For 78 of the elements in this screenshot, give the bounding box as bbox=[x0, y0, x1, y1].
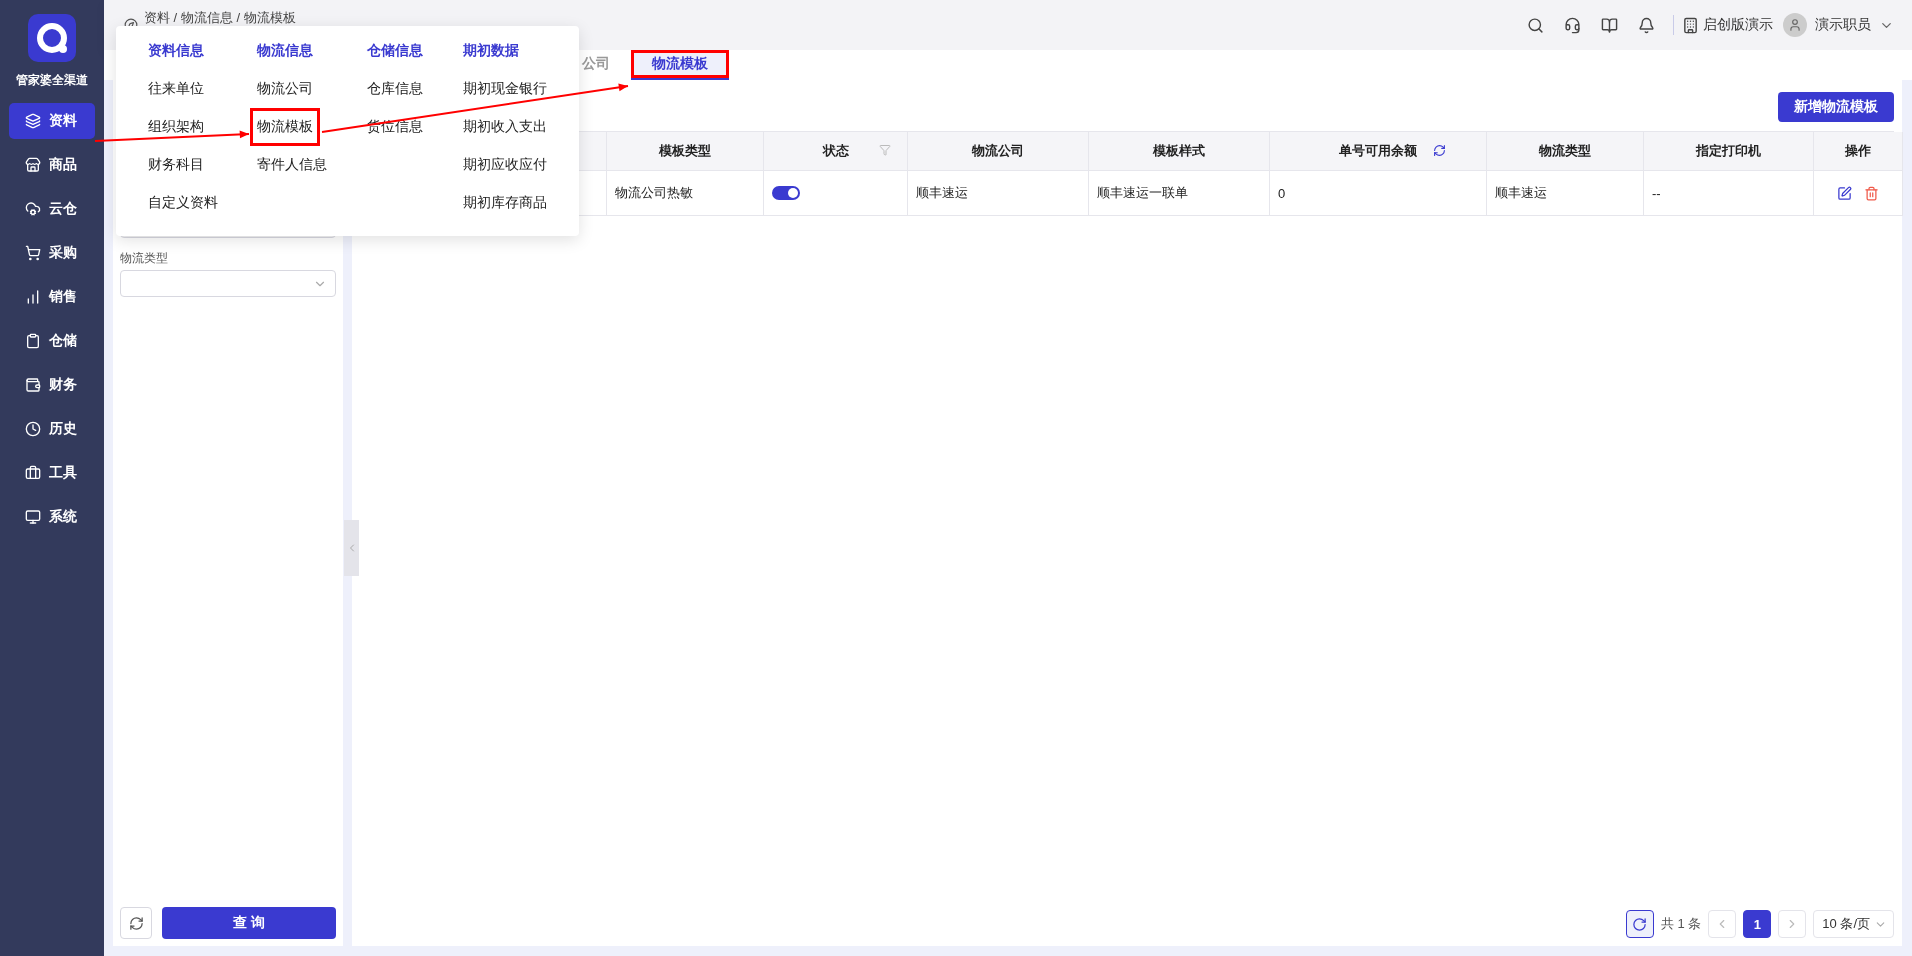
book-icon[interactable] bbox=[1601, 16, 1618, 34]
query-button[interactable]: 查 询 bbox=[162, 907, 336, 939]
table-cell: 顺丰速运 bbox=[916, 184, 968, 202]
company-name: 启创版演示 bbox=[1703, 16, 1773, 34]
chart-icon bbox=[25, 289, 41, 305]
menu-item[interactable]: 物流公司 bbox=[250, 70, 320, 108]
briefcase-icon bbox=[25, 465, 41, 481]
menu-item[interactable]: 组织架构 bbox=[141, 108, 211, 146]
menu-heading: 资料信息 bbox=[148, 41, 205, 60]
refresh-button[interactable] bbox=[1625, 910, 1654, 938]
column-header: 模板样式 bbox=[1153, 142, 1205, 160]
user-name[interactable]: 演示职员 bbox=[1815, 16, 1871, 34]
nav-item[interactable]: 系统 bbox=[9, 499, 95, 535]
nav-item[interactable]: 销售 bbox=[9, 279, 95, 315]
menu-item[interactable]: 期初现金银行 bbox=[456, 70, 554, 108]
add-template-button[interactable]: 新增物流模板 bbox=[1778, 92, 1894, 122]
menu-heading: 物流信息 bbox=[257, 41, 314, 60]
page-size-select[interactable]: 10 条/页 bbox=[1813, 910, 1894, 938]
edit-icon[interactable] bbox=[1837, 185, 1852, 201]
clock-icon bbox=[25, 421, 41, 437]
column-header: 指定打印机 bbox=[1696, 142, 1761, 160]
nav-item[interactable]: 历史 bbox=[9, 411, 95, 447]
headset-icon[interactable] bbox=[1564, 16, 1581, 34]
refresh-icon bbox=[1632, 916, 1648, 932]
brand-name: 管家婆全渠道 bbox=[16, 72, 88, 89]
menu-item[interactable]: 往来单位 bbox=[141, 70, 211, 108]
page-button[interactable]: 1 bbox=[1743, 910, 1772, 938]
nav-item[interactable]: 财务 bbox=[9, 367, 95, 403]
logo-icon bbox=[28, 14, 76, 62]
avatar-icon[interactable] bbox=[1783, 13, 1807, 37]
column-header: 物流类型 bbox=[1539, 142, 1591, 160]
building-icon bbox=[1682, 16, 1699, 34]
refresh-icon[interactable] bbox=[1433, 144, 1446, 157]
menu-heading: 仓储信息 bbox=[367, 41, 424, 60]
table-cell: 物流公司热敏 bbox=[615, 184, 693, 202]
store-icon bbox=[25, 157, 41, 173]
menu-item[interactable]: 仓库信息 bbox=[360, 70, 430, 108]
table-cell: -- bbox=[1652, 185, 1661, 201]
column-header: 模板类型 bbox=[659, 142, 711, 160]
clipboard-icon bbox=[25, 333, 41, 349]
nav-item[interactable]: 资料 bbox=[9, 103, 95, 139]
column-header: 单号可用余额 bbox=[1339, 142, 1417, 160]
column-header: 操作 bbox=[1845, 142, 1871, 160]
monitor-icon bbox=[25, 509, 41, 525]
menu-item[interactable]: 物流模板 bbox=[250, 108, 320, 146]
bell-icon[interactable] bbox=[1638, 16, 1655, 34]
search-icon[interactable] bbox=[1527, 16, 1544, 34]
table-cell: 顺丰速运一联单 bbox=[1097, 184, 1188, 202]
tab[interactable]: 物流模板 bbox=[631, 50, 729, 80]
delete-icon[interactable] bbox=[1864, 185, 1879, 201]
table-cell: 顺丰速运 bbox=[1495, 184, 1547, 202]
refresh-icon bbox=[128, 915, 144, 931]
layers-icon bbox=[25, 113, 41, 129]
menu-item[interactable]: 期初收入支出 bbox=[456, 108, 554, 146]
nav-item[interactable]: 采购 bbox=[9, 235, 95, 271]
menu-item[interactable]: 期初库存商品 bbox=[456, 184, 554, 222]
menu-item[interactable]: 寄件人信息 bbox=[250, 146, 334, 184]
select-field[interactable] bbox=[120, 270, 336, 297]
cart-icon bbox=[25, 245, 41, 261]
reset-button[interactable] bbox=[120, 907, 152, 939]
status-toggle[interactable] bbox=[772, 186, 800, 200]
breadcrumb: 资料 / 物流信息 / 物流模板 bbox=[144, 9, 296, 27]
cloud-icon bbox=[25, 201, 41, 217]
menu-heading: 期初数据 bbox=[463, 41, 520, 60]
nav-item[interactable]: 工具 bbox=[9, 455, 95, 491]
menu-item[interactable]: 自定义资料 bbox=[141, 184, 225, 222]
nav-item[interactable]: 云仓 bbox=[9, 191, 95, 227]
nav-item[interactable]: 仓储 bbox=[9, 323, 95, 359]
menu-item[interactable]: 财务科目 bbox=[141, 146, 211, 184]
wallet-icon bbox=[25, 377, 41, 393]
nav-item[interactable]: 商品 bbox=[9, 147, 95, 183]
table-cell: 0 bbox=[1278, 185, 1286, 201]
collapse-handle[interactable] bbox=[344, 520, 359, 576]
total-count: 共 1 条 bbox=[1660, 915, 1702, 933]
menu-item[interactable]: 期初应收应付 bbox=[456, 146, 554, 184]
column-header: 状态 bbox=[822, 142, 849, 160]
column-header: 物流公司 bbox=[972, 142, 1024, 160]
field-label: 物流类型 bbox=[120, 250, 169, 267]
